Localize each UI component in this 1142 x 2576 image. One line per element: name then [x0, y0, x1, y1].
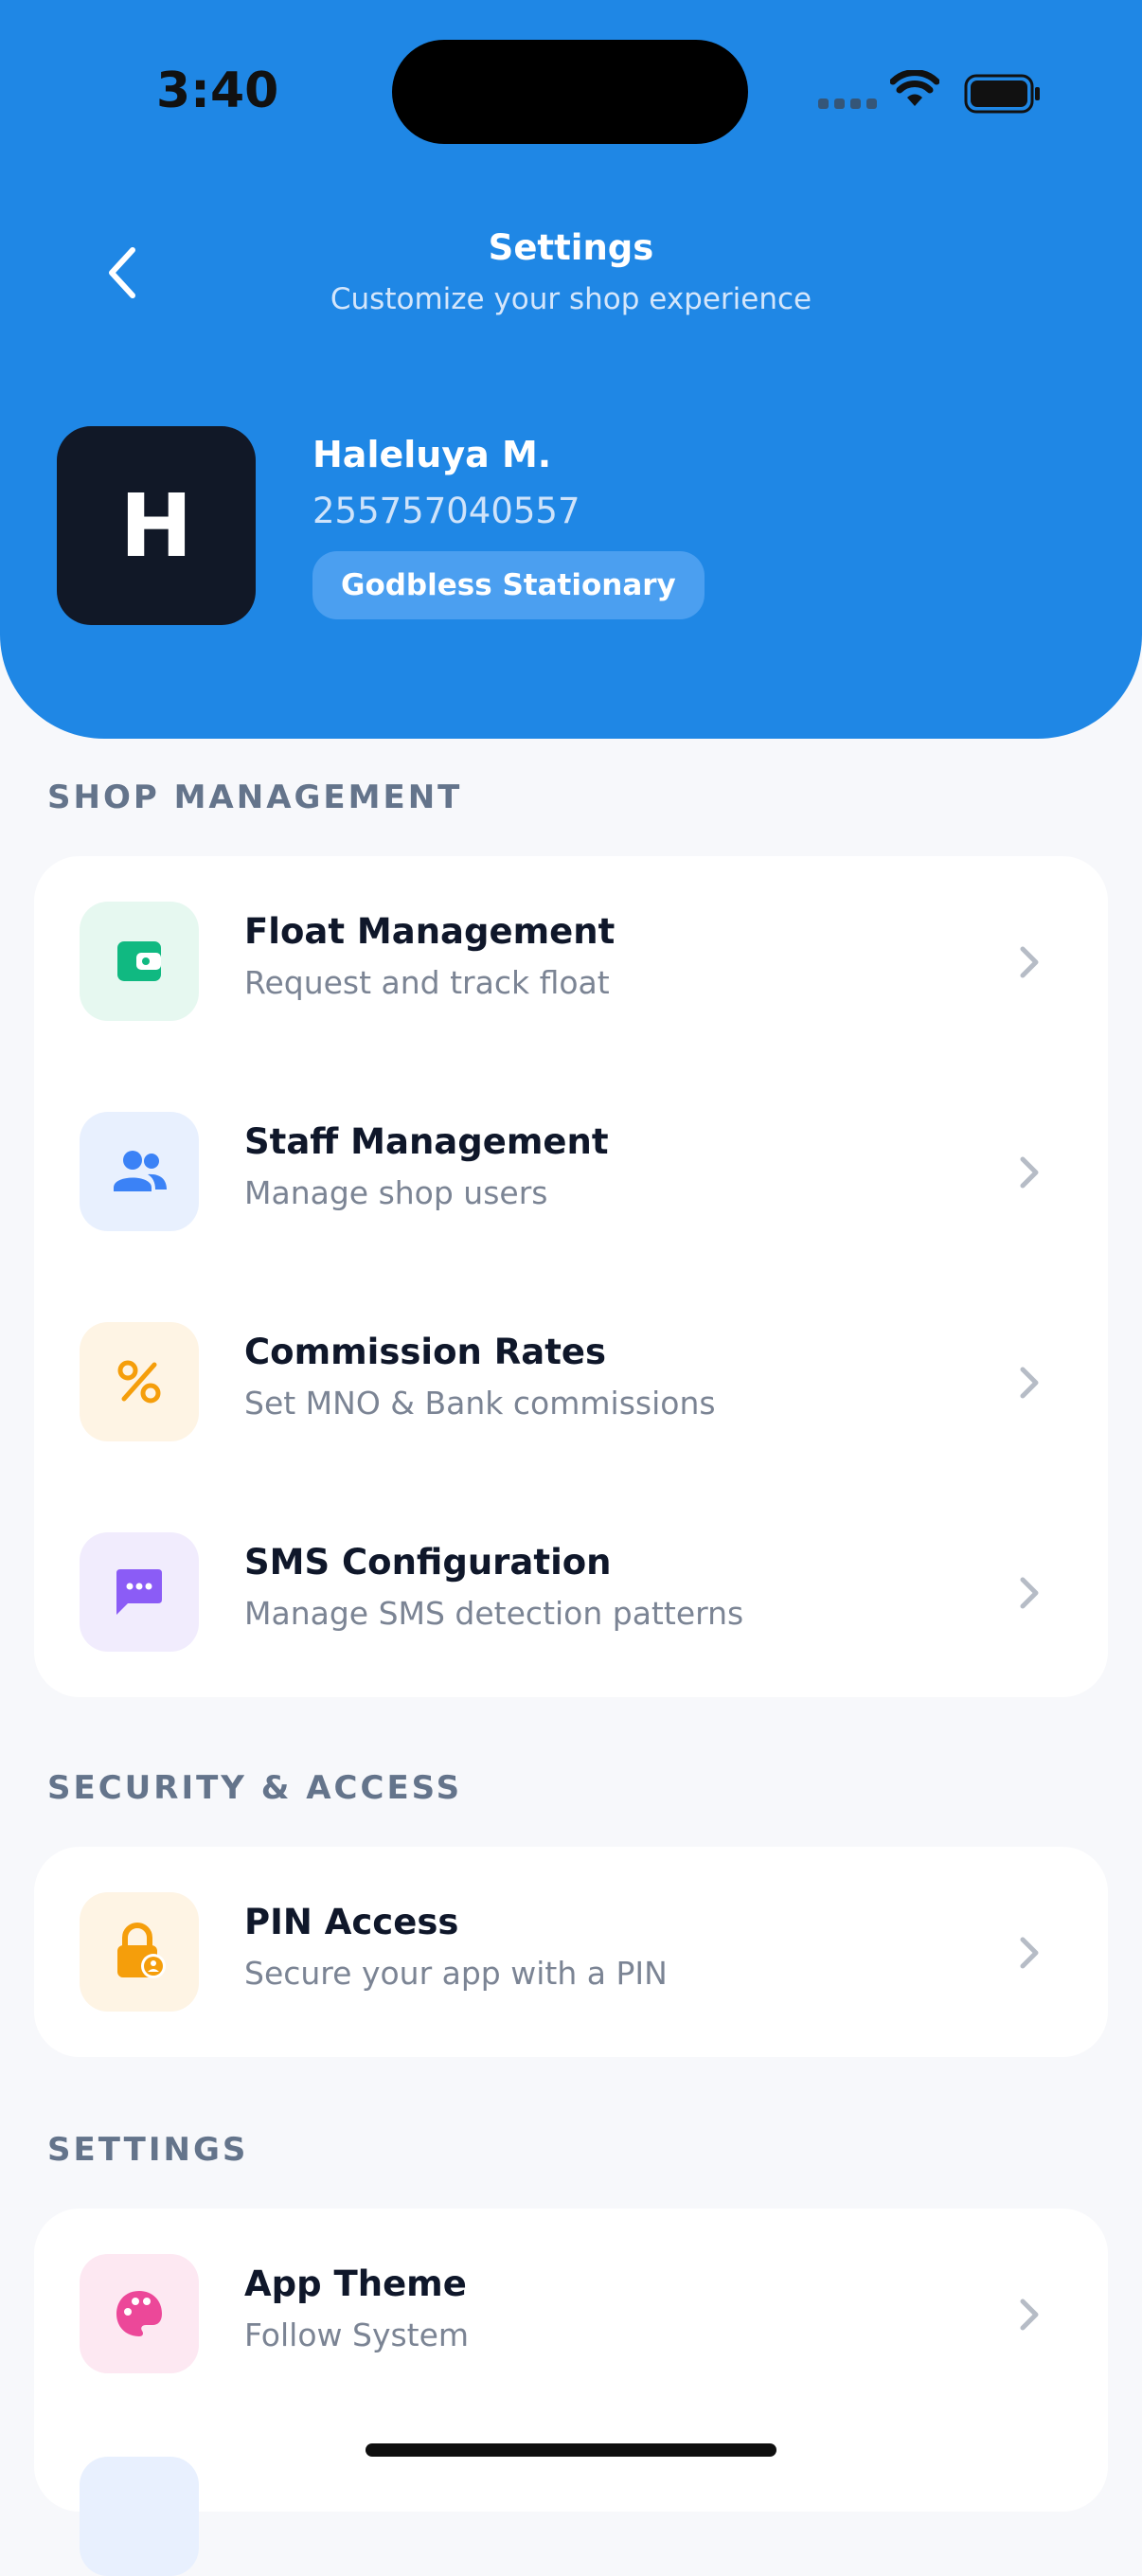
shop-management-card: Float Management Request and track float… [34, 856, 1108, 1697]
item-subtitle: Request and track float [244, 964, 610, 1001]
security-card: PIN Access Secure your app with a PIN [34, 1847, 1108, 2057]
item-subtitle: Manage SMS detection patterns [244, 1595, 744, 1632]
page-title: Settings [488, 227, 654, 268]
page-subtitle: Customize your shop experience [330, 282, 812, 316]
chevron-right-icon [1020, 946, 1039, 978]
palette-icon [80, 2254, 199, 2373]
item-subtitle: Follow System [244, 2317, 470, 2353]
header: 3:40 Settings Customize your shop experi… [0, 0, 1142, 739]
users-icon [80, 1112, 199, 1231]
settings-item-pin-access[interactable]: PIN Access Secure your app with a PIN [34, 1847, 1108, 2057]
item-title: Float Management [244, 911, 616, 952]
settings-item-app-theme[interactable]: App Theme Follow System [34, 2209, 1108, 2419]
user-name: Haleluya M. [312, 434, 552, 475]
item-title: Commission Rates [244, 1332, 606, 1372]
item-subtitle: Manage shop users [244, 1174, 548, 1211]
settings-item-float-management[interactable]: Float Management Request and track float [34, 856, 1108, 1066]
next-item-icon [80, 2457, 199, 2576]
wifi-icon [890, 70, 939, 106]
item-title: App Theme [244, 2263, 467, 2304]
cellular-signal-icon [818, 98, 877, 109]
shop-badge: Godbless Stationary [312, 551, 705, 619]
lock-icon [80, 1892, 199, 2012]
settings-item-sms-configuration[interactable]: SMS Configuration Manage SMS detection p… [34, 1487, 1108, 1697]
chevron-right-icon [1020, 1577, 1039, 1609]
section-title-settings: SETTINGS [47, 2131, 249, 2169]
chevron-right-icon [1020, 1367, 1039, 1399]
home-indicator[interactable] [366, 2443, 776, 2457]
message-icon [80, 1532, 199, 1652]
chevron-right-icon [1020, 1156, 1039, 1189]
wallet-icon [80, 902, 199, 1021]
chevron-right-icon [1020, 1937, 1039, 1969]
section-title-shop-management: SHOP MANAGEMENT [47, 778, 463, 816]
item-title: Staff Management [244, 1121, 609, 1162]
settings-item-commission-rates[interactable]: Commission Rates Set MNO & Bank commissi… [34, 1277, 1108, 1487]
battery-icon [964, 74, 1040, 114]
item-subtitle: Set MNO & Bank commissions [244, 1385, 716, 1422]
section-title-security: SECURITY & ACCESS [47, 1769, 463, 1807]
item-title: SMS Configuration [244, 1542, 612, 1583]
status-time: 3:40 [156, 63, 279, 119]
item-subtitle: Secure your app with a PIN [244, 1955, 668, 1992]
dynamic-island [392, 40, 748, 144]
percent-icon [80, 1322, 199, 1441]
user-phone: 255757040557 [312, 491, 580, 531]
chevron-right-icon [1020, 2299, 1039, 2331]
item-title: PIN Access [244, 1902, 459, 1942]
avatar: H [57, 426, 256, 625]
settings-card: App Theme Follow System [34, 2209, 1108, 2576]
settings-item-staff-management[interactable]: Staff Management Manage shop users [34, 1066, 1108, 1277]
